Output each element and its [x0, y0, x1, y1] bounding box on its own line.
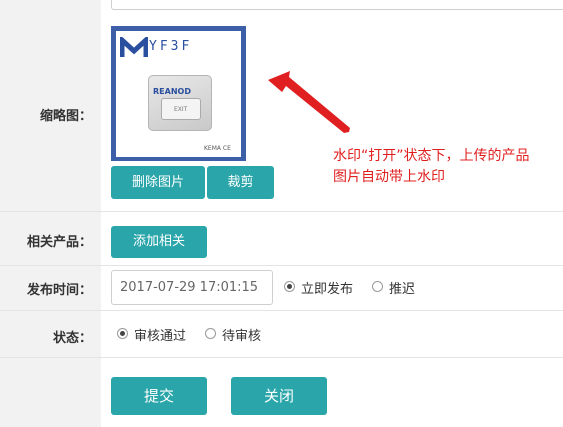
row-divider — [0, 357, 563, 358]
status-pending-radio[interactable] — [205, 328, 216, 339]
device-exit-button: EXIT — [161, 98, 201, 120]
submit-button[interactable]: 提交 — [111, 377, 207, 415]
logo-text: YF3F — [149, 39, 193, 54]
label-column — [0, 0, 101, 427]
crop-button[interactable]: 裁剪 — [207, 166, 274, 199]
close-button[interactable]: 关闭 — [231, 377, 327, 415]
m-logo-icon — [120, 37, 148, 57]
top-input-remnant[interactable] — [111, 0, 563, 10]
add-related-button[interactable]: 添加相关 — [111, 226, 207, 258]
publish-delay-radio[interactable] — [372, 281, 383, 292]
thumbnail-image: YF3F REANOD EXIT KEMA CE — [111, 26, 246, 161]
watermark-annotation-line2: 图片自动带上水印 — [333, 169, 445, 185]
publish-now-label: 立即发布 — [301, 282, 354, 297]
cert-marks: KEMA CE — [204, 145, 231, 152]
status-pending-label: 待审核 — [222, 329, 262, 344]
thumbnail-label: 缩略图： — [39, 109, 92, 124]
related-products-label: 相关产品： — [26, 235, 92, 250]
publish-now-radio[interactable] — [284, 281, 295, 292]
publish-datetime-value: 2017-07-29 17:01:15 — [120, 280, 259, 295]
status-approved-radio[interactable] — [117, 328, 128, 339]
exit-text: EXIT — [174, 106, 188, 113]
delete-image-button[interactable]: 删除图片 — [111, 166, 205, 199]
status-approved-label: 审核通过 — [134, 329, 187, 344]
publish-time-label: 发布时间： — [26, 283, 92, 298]
row-divider — [0, 211, 563, 212]
publish-datetime-input[interactable]: 2017-07-29 17:01:15 — [111, 270, 273, 305]
thumbnail-inner-panel: YF3F REANOD EXIT KEMA CE — [116, 31, 241, 157]
device-brand: REANOD — [153, 87, 191, 96]
publish-delay-label: 推迟 — [389, 282, 416, 297]
device-image: REANOD EXIT — [148, 75, 212, 131]
status-label: 状态： — [52, 331, 92, 346]
row-divider — [0, 265, 563, 266]
row-divider — [0, 310, 563, 311]
watermark-annotation-line1: 水印“打开”状态下，上传的产品 — [333, 148, 530, 164]
